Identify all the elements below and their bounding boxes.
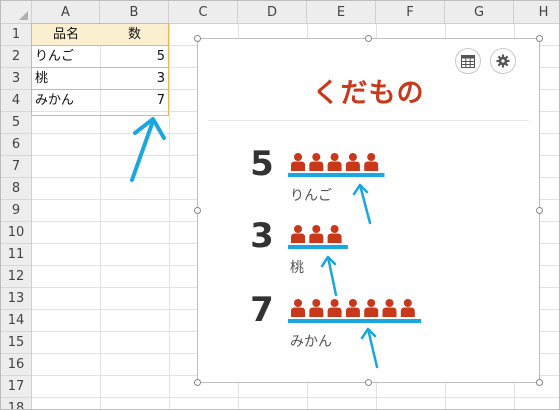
data-row-border bbox=[32, 45, 169, 46]
row-header-3[interactable]: 3 bbox=[1, 68, 32, 90]
person-icon bbox=[364, 299, 379, 317]
resize-handle-bottom-left[interactable] bbox=[194, 379, 201, 386]
cell-a2[interactable]: りんご bbox=[32, 46, 100, 68]
person-icon bbox=[291, 225, 305, 243]
resize-handle-top-left[interactable] bbox=[194, 35, 201, 42]
row-header-17[interactable]: 17 bbox=[1, 376, 32, 398]
cell-a1[interactable]: 品名 bbox=[32, 24, 100, 46]
spreadsheet-window: ABCDEFGH 1 2 3 4 5 6 7 8 9 10 11 12 13 14 15 16 17 18 品名 … bbox=[0, 0, 560, 410]
data-row-border bbox=[32, 89, 169, 90]
person-icon bbox=[382, 299, 397, 317]
resize-handle-top-right[interactable] bbox=[536, 35, 543, 42]
resize-handle-bottom[interactable] bbox=[365, 379, 372, 386]
row-header-14[interactable]: 14 bbox=[1, 310, 32, 332]
select-all-triangle-icon bbox=[19, 11, 28, 20]
column-header-c[interactable]: C bbox=[169, 1, 238, 24]
row-header-2[interactable]: 2 bbox=[1, 46, 32, 68]
row-header-5[interactable]: 5 bbox=[1, 112, 32, 134]
column-header-d[interactable]: D bbox=[238, 1, 307, 24]
person-icon bbox=[309, 299, 324, 317]
column-header-e[interactable]: E bbox=[307, 1, 376, 24]
row-header-13[interactable]: 13 bbox=[1, 288, 32, 310]
resize-handle-top[interactable] bbox=[365, 35, 372, 42]
cell-b3[interactable]: 3 bbox=[100, 68, 169, 90]
chart-marks bbox=[288, 153, 422, 369]
person-icon bbox=[364, 153, 379, 171]
person-icon bbox=[345, 299, 360, 317]
row-header-7[interactable]: 7 bbox=[1, 156, 32, 178]
row-header-6[interactable]: 6 bbox=[1, 134, 32, 156]
row-header-1[interactable]: 1 bbox=[1, 24, 32, 46]
select-all-corner[interactable] bbox=[1, 1, 32, 24]
cell-a4[interactable]: みかん bbox=[32, 90, 100, 112]
row-header-12[interactable]: 12 bbox=[1, 266, 32, 288]
resize-handle-left[interactable] bbox=[194, 207, 201, 214]
annotation-arrow bbox=[352, 183, 372, 225]
cell-b4[interactable]: 7 bbox=[100, 90, 169, 112]
annotation-arrow bbox=[360, 327, 379, 369]
person-icon bbox=[400, 299, 415, 317]
column-header-f[interactable]: F bbox=[376, 1, 445, 24]
person-icon bbox=[345, 153, 360, 171]
column-header-a[interactable]: A bbox=[32, 1, 100, 24]
person-icon bbox=[291, 299, 305, 317]
cell-b2[interactable]: 5 bbox=[100, 46, 169, 68]
cell-a3[interactable]: 桃 bbox=[32, 68, 100, 90]
row-header-9[interactable]: 9 bbox=[1, 200, 32, 222]
annotation-arrow bbox=[320, 255, 338, 297]
person-icon bbox=[327, 225, 342, 243]
column-header-b[interactable]: B bbox=[100, 1, 169, 24]
value-bar bbox=[288, 173, 385, 177]
row-header-18[interactable]: 18 bbox=[1, 398, 32, 409]
row-header-15[interactable]: 15 bbox=[1, 332, 32, 354]
column-header-h[interactable]: H bbox=[514, 1, 559, 24]
row-header-10[interactable]: 10 bbox=[1, 222, 32, 244]
data-row-border bbox=[32, 67, 169, 68]
pictograph-chart[interactable]: くだもの 5 りんご 3 桃 7 みかん bbox=[197, 38, 540, 383]
row-header-8[interactable]: 8 bbox=[1, 178, 32, 200]
person-icon bbox=[309, 153, 324, 171]
resize-handle-bottom-right[interactable] bbox=[536, 379, 543, 386]
value-bar bbox=[288, 245, 348, 249]
column-header-g[interactable]: G bbox=[445, 1, 514, 24]
resize-handle-right[interactable] bbox=[536, 207, 543, 214]
row-header-16[interactable]: 16 bbox=[1, 354, 32, 376]
person-icon bbox=[327, 299, 342, 317]
value-bar bbox=[288, 319, 422, 323]
person-icon bbox=[291, 153, 305, 171]
person-icon bbox=[327, 153, 342, 171]
row-header-11[interactable]: 11 bbox=[1, 244, 32, 266]
row-header-4[interactable]: 4 bbox=[1, 90, 32, 112]
person-icon bbox=[309, 225, 324, 243]
cell-b1[interactable]: 数 bbox=[100, 24, 169, 46]
